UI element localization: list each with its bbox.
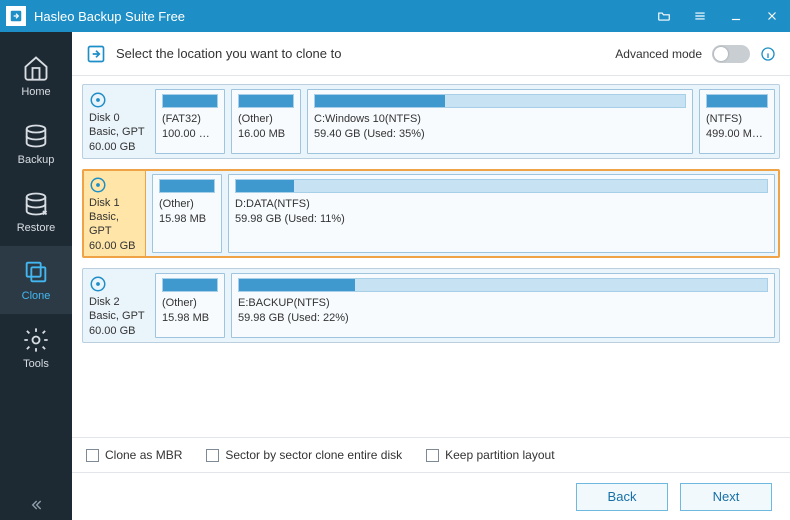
disk-size: 60.00 GB (89, 239, 141, 253)
minimize-button[interactable] (718, 0, 754, 32)
body: Home Backup Restore Clone Tools (0, 32, 790, 520)
partition-size: 15.98 MB (159, 212, 215, 227)
disk-row[interactable]: Disk 1Basic, GPT60.00 GB(Other)15.98 MBD… (82, 169, 780, 258)
partition-label: (FAT32) (162, 112, 218, 127)
partition[interactable]: E:BACKUP(NTFS)59.98 GB (Used: 22%) (231, 273, 775, 338)
disk-row[interactable]: Disk 0Basic, GPT60.00 GB(FAT32)100.00 MB… (82, 84, 780, 159)
app-window: Hasleo Backup Suite Free Home Backup Res… (0, 0, 790, 520)
partition-label: (Other) (159, 197, 215, 212)
disk-header: Disk 0Basic, GPT60.00 GB (87, 89, 149, 154)
sidebar-item-clone[interactable]: Clone (0, 246, 72, 314)
partition[interactable]: (Other)15.98 MB (152, 174, 222, 253)
partition[interactable]: D:DATA(NTFS)59.98 GB (Used: 11%) (228, 174, 775, 253)
back-button[interactable]: Back (576, 483, 668, 511)
partition-size: 15.98 MB (162, 311, 218, 326)
usage-bar (235, 179, 768, 193)
header: Select the location you want to clone to… (72, 32, 790, 76)
close-button[interactable] (754, 0, 790, 32)
clone-option[interactable]: Clone as MBR (86, 448, 182, 462)
partition-size: 499.00 MB ... (706, 127, 768, 142)
partition-label: C:Windows 10(NTFS) (314, 112, 686, 127)
partition-size: 59.40 GB (Used: 35%) (314, 127, 686, 142)
disk-size: 60.00 GB (89, 324, 147, 338)
partition[interactable]: (Other)15.98 MB (155, 273, 225, 338)
titlebar: Hasleo Backup Suite Free (0, 0, 790, 32)
partition-size: 100.00 MB ... (162, 127, 218, 142)
disk-icon (89, 176, 107, 194)
partition-label: D:DATA(NTFS) (235, 197, 768, 212)
sidebar: Home Backup Restore Clone Tools (0, 32, 72, 520)
main-panel: Select the location you want to clone to… (72, 32, 790, 520)
disk-icon (89, 91, 107, 109)
sidebar-item-label: Home (21, 86, 50, 98)
disk-type: Basic, GPT (89, 309, 147, 323)
clone-options: Clone as MBR Sector by sector clone entir… (72, 437, 790, 472)
sidebar-item-label: Clone (22, 290, 51, 302)
usage-bar (706, 94, 768, 108)
sidebar-collapse-button[interactable] (0, 490, 72, 520)
disk-list: Disk 0Basic, GPT60.00 GB(FAT32)100.00 MB… (72, 76, 790, 437)
location-icon (86, 44, 106, 64)
sidebar-item-home[interactable]: Home (0, 42, 72, 110)
usage-bar (159, 179, 215, 193)
disk-name: Disk 2 (89, 295, 147, 309)
disk-size: 60.00 GB (89, 140, 147, 154)
checkbox-icon (426, 449, 439, 462)
usage-bar (238, 278, 768, 292)
partition[interactable]: (Other)16.00 MB (231, 89, 301, 154)
app-icon (6, 6, 26, 26)
clone-option[interactable]: Keep partition layout (426, 448, 554, 462)
app-title: Hasleo Backup Suite Free (34, 9, 646, 24)
option-label: Sector by sector clone entire disk (225, 448, 402, 462)
partition-size: 59.98 GB (Used: 22%) (238, 311, 768, 326)
next-button[interactable]: Next (680, 483, 772, 511)
menu-button[interactable] (682, 0, 718, 32)
advanced-mode-label: Advanced mode (615, 47, 702, 61)
usage-bar (238, 94, 294, 108)
sidebar-item-label: Restore (17, 222, 56, 234)
partition[interactable]: (FAT32)100.00 MB ... (155, 89, 225, 154)
footer: Back Next (72, 472, 790, 520)
disk-icon (89, 275, 107, 293)
sidebar-item-restore[interactable]: Restore (0, 178, 72, 246)
partition-size: 16.00 MB (238, 127, 294, 142)
disk-name: Disk 0 (89, 111, 147, 125)
partition-label: (Other) (162, 296, 218, 311)
advanced-mode-toggle[interactable] (712, 45, 750, 63)
disk-type: Basic, GPT (89, 210, 141, 239)
partition-size: 59.98 GB (Used: 11%) (235, 212, 768, 227)
usage-bar (162, 94, 218, 108)
partition[interactable]: (NTFS)499.00 MB ... (699, 89, 775, 154)
partition[interactable]: C:Windows 10(NTFS)59.40 GB (Used: 35%) (307, 89, 693, 154)
usage-bar (162, 278, 218, 292)
page-title: Select the location you want to clone to (116, 46, 605, 61)
sidebar-item-label: Tools (23, 358, 49, 370)
checkbox-icon (206, 449, 219, 462)
checkbox-icon (86, 449, 99, 462)
option-label: Clone as MBR (105, 448, 182, 462)
sidebar-item-label: Backup (18, 154, 55, 166)
open-button[interactable] (646, 0, 682, 32)
partition-label: (Other) (238, 112, 294, 127)
info-icon[interactable] (760, 46, 776, 62)
disk-header: Disk 2Basic, GPT60.00 GB (87, 273, 149, 338)
sidebar-item-backup[interactable]: Backup (0, 110, 72, 178)
sidebar-item-tools[interactable]: Tools (0, 314, 72, 382)
disk-row[interactable]: Disk 2Basic, GPT60.00 GB(Other)15.98 MBE… (82, 268, 780, 343)
usage-bar (314, 94, 686, 108)
disk-type: Basic, GPT (89, 125, 147, 139)
partition-label: (NTFS) (706, 112, 768, 127)
disk-header: Disk 1Basic, GPT60.00 GB (84, 171, 146, 256)
clone-option[interactable]: Sector by sector clone entire disk (206, 448, 402, 462)
disk-name: Disk 1 (89, 196, 141, 210)
option-label: Keep partition layout (445, 448, 554, 462)
partition-label: E:BACKUP(NTFS) (238, 296, 768, 311)
